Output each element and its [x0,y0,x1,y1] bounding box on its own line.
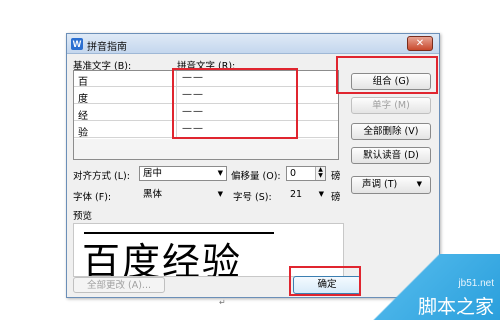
base-text-cell[interactable]: 百 [78,73,88,88]
paragraph-mark-icon: ↵ [219,298,226,307]
single-char-button[interactable]: 单字 (M) [351,97,431,114]
alignment-select[interactable]: 居中 ▼ [139,166,227,181]
ok-highlight-box [289,266,361,296]
wps-app-icon: W [71,38,83,50]
size-value: 21 [290,189,303,200]
default-reading-button[interactable]: 默认读音 (D) [351,147,431,164]
font-label: 字体 (F): [73,192,112,203]
base-text-cell[interactable]: 经 [78,107,88,122]
chevron-down-icon: ▼ [416,180,422,188]
chevron-down-icon: ▼ [318,190,324,198]
change-all-button[interactable]: 全部更改 (A)... [73,277,165,293]
alignment-value: 居中 [143,168,163,179]
preview-label: 预览 [73,211,93,222]
offset-unit: 磅 [331,171,341,182]
preview-text: 百度经验 [82,240,243,277]
chevron-down-icon: ▼ [217,169,223,177]
font-value: 黑体 [143,189,163,200]
preview-pinyin-line [84,232,274,234]
tone-label: 声调 (T) [362,179,398,190]
offset-stepper[interactable]: 0 ▲ ▼ [286,166,326,181]
base-text-cell[interactable]: 验 [78,124,88,139]
size-label: 字号 (S): [233,192,272,203]
size-unit: 磅 [331,192,341,203]
clear-all-button[interactable]: 全部删除 (V) [351,123,431,140]
close-button[interactable]: ✕ [407,36,433,51]
table-row [74,139,338,159]
title-bar[interactable]: W 拼音指南 ✕ [67,34,439,54]
offset-label: 偏移量 (O): [231,171,281,182]
combine-highlight-box [336,56,438,94]
chevron-down-icon: ▼ [217,190,223,198]
watermark-brand: 脚本之家 [417,296,494,318]
font-select[interactable]: 黑体 ▼ [139,187,227,202]
tone-button[interactable]: 声调 (T) ▼ [351,176,431,194]
alignment-label: 对齐方式 (L): [73,171,130,182]
watermark-url: jb51.net [458,278,494,289]
offset-value: 0 [290,168,297,179]
spin-arrows-icon[interactable]: ▲ ▼ [315,167,325,180]
base-text-cell[interactable]: 度 [78,90,88,105]
pinyin-highlight-box [172,68,298,139]
size-select[interactable]: 21 ▼ [286,187,328,202]
dialog-title: 拼音指南 [87,42,127,53]
